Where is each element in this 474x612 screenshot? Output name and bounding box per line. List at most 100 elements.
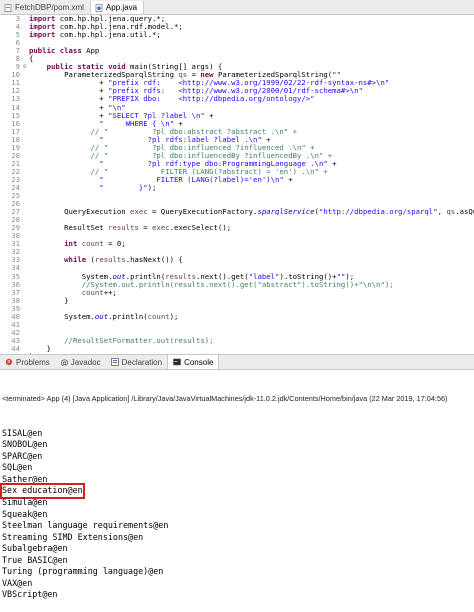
code-token-txt: System. [29,311,95,321]
console-text: Simula@en [2,497,48,508]
console-line: Subalgebra@en [2,543,474,555]
console-line: Simula@en [2,497,474,509]
gutter-marker [23,192,29,200]
view-tab-problems[interactable]: Problems [0,355,55,369]
highlighted-console-text: Sex education@en [0,483,85,499]
code-editor[interactable]: 3 import com.hp.hpl.jena.query.*; 4 import … [0,15,474,354]
code-token-kw: while [64,255,87,265]
console-text: SISAL@en [2,427,43,438]
view-tab-label: Declaration [121,357,163,367]
view-tab-label: Javadoc [70,357,101,367]
code-token-kw: int [64,239,78,249]
code-token-kw: public class [29,46,82,56]
console-line: SNOBOL@en [2,439,474,451]
console-text: Streaming SIMD Extensions@en [2,531,144,542]
code-line[interactable]: 33 while (results .hasNext()) { [0,256,474,264]
console-line: Sather@en [2,474,474,486]
code-token-cmt: //ResultSetFormatter.out(results); [64,335,214,345]
view-tab-javadoc[interactable]: @ Javadoc [55,355,106,369]
console-text: SNOBOL@en [2,439,48,450]
code-token-txt: = QueryExecutionFactory. [147,207,258,217]
console-text: True BASIC@en [2,554,68,565]
code-token-txt: ); [147,182,157,192]
code-token-txt: = 0; [103,239,126,249]
javadoc-icon: @ [60,358,68,367]
console-line: VBScript@en [2,589,474,601]
console-line: VAX@en [2,578,474,590]
view-tab-declaration[interactable]: Declaration [106,355,167,369]
code-line[interactable]: 29 ResultSet results = exec .execSelect()… [0,224,474,232]
console-terminated-line: <terminated> App (4) [Java Application] … [2,394,448,404]
code-line[interactable]: 25 [0,191,474,200]
code-token-txt: + [283,174,293,184]
view-tab-label: Problems [16,357,50,367]
editor-tab-label: FetchDBP/pom.xml [15,3,84,12]
code-line[interactable]: 5 import com.hp.hpl.jena.util.*; [0,31,474,39]
code-token-txt: ( [86,255,95,265]
console-text: Turing (programming language)@en [2,566,164,577]
view-tab-label: Console [184,357,214,367]
console-line: Steelman language requirements@en [2,520,474,532]
gutter-marker [23,321,29,329]
console-line: Squeak@en [2,509,474,521]
editor-tab-fetchdbp-pom-xml[interactable]: FetchDBP/pom.xml [0,1,91,14]
code-token-str: "PREFIX dbo: <http://dbpedia.org/ontolog… [108,94,315,104]
console-text: SQL@en [2,462,33,473]
console-text: Steelman language requirements@en [2,520,169,531]
declaration-icon [110,358,119,366]
code-line[interactable]: 43 //ResultSetFormatter.out(results); [0,335,474,345]
console-text: VAX@en [2,577,33,588]
code-token-var: qs [446,207,456,217]
code-token-txt: ++; [103,287,117,297]
console-line: SPARC@en [2,451,474,463]
code-token-var: results [108,223,139,233]
code-line[interactable]: 44 } [0,344,474,353]
console-text: SPARC@en [2,450,43,461]
code-line[interactable]: 41 [0,320,474,329]
view-tab-bar: Problems @ Javadoc Declaration Console [0,354,474,370]
code-token-txt: .execSelect(); [169,223,232,233]
code-line[interactable]: 37 count ++; [0,287,474,297]
console-text: VBScript@en [2,589,58,600]
problems-icon [5,358,13,366]
editor-tab-label: App.java [105,3,138,12]
code-line[interactable]: 38 } [0,295,474,305]
code-token-var: results [94,255,126,265]
code-line[interactable]: 45} [0,352,474,354]
code-line[interactable]: 7 public class App [0,47,474,55]
view-tab-console[interactable]: Console [167,355,220,369]
code-token-fld: sparqlService [257,207,315,217]
code-line[interactable]: 31 int count = 0; [0,240,474,248]
editor-tab-app-java[interactable]: App.java [90,1,145,14]
console-line: True BASIC@en [2,555,474,567]
console-text: Subalgebra@en [2,543,68,554]
code-token-var: exec [152,223,170,233]
code-token-txt: .println( [108,311,148,321]
line-number: 45 [0,352,23,354]
java-file-icon [95,3,103,12]
code-token-str: " }" [99,182,148,192]
code-line[interactable]: 27 QueryExecution exec = QueryExecutionF… [0,208,474,216]
console-line: SISAL@en [2,428,474,440]
code-token-txt: + [204,110,214,120]
code-line[interactable]: 24 " }"); [0,182,474,192]
svg-text:@: @ [60,358,68,366]
code-token-kw: import [29,30,56,40]
code-token-txt: } [29,295,69,305]
console-line: Turing (programming language)@en [2,566,474,578]
console-icon [173,358,181,366]
code-token-txt: + [327,158,337,168]
console-line: Sex education@en [0,483,474,499]
xml-file-icon [4,3,12,12]
code-token-var: count [147,311,170,321]
code-line[interactable]: 40 System. out .println(count); [0,311,474,321]
editor-tab-bar: FetchDBP/pom.xml App.java [0,0,474,15]
console-output[interactable]: <terminated> App (4) [Java Application] … [0,370,474,612]
console-text: Sather@en [2,473,48,484]
code-token-txt: ResultSet [29,223,109,233]
code-token-var: exec [130,207,148,217]
code-token-fld: out [94,311,109,321]
